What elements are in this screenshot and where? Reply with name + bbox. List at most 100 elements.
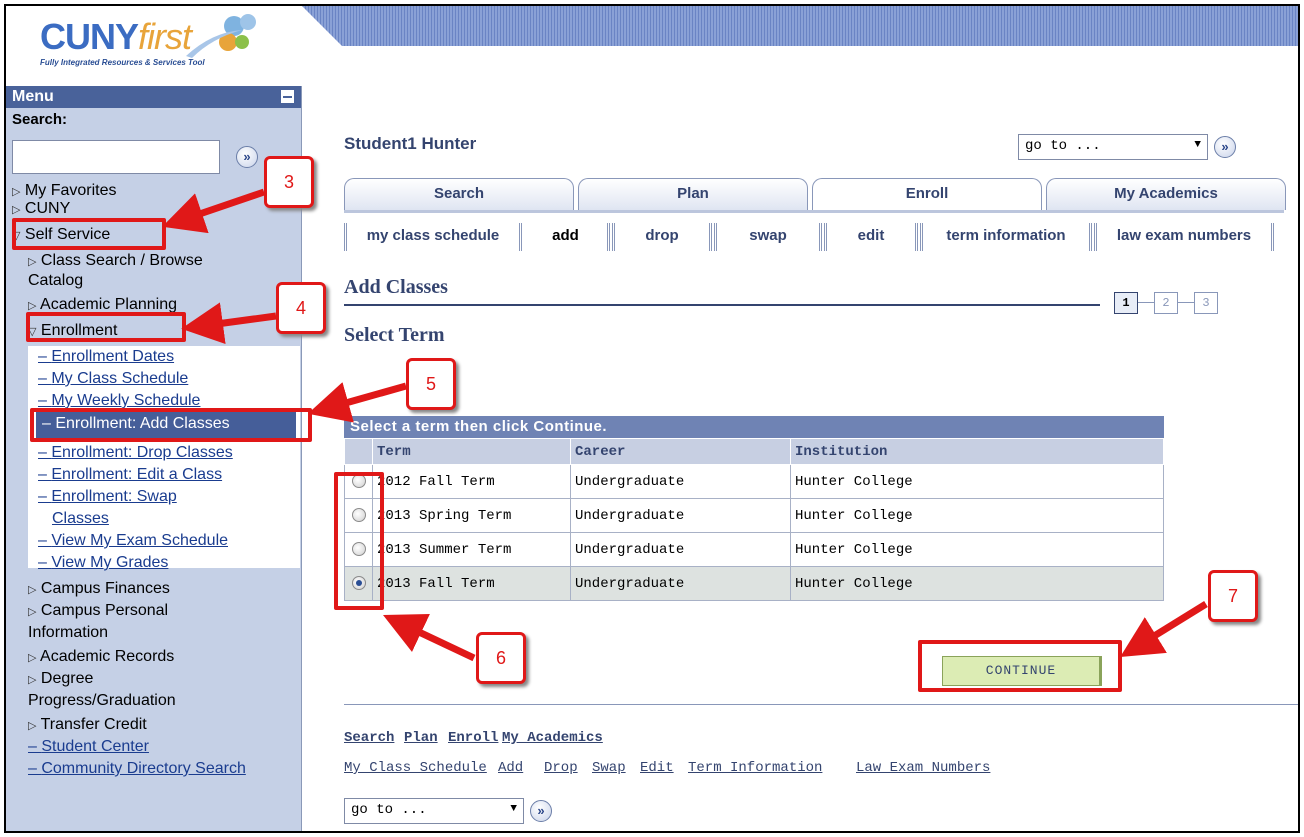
bottom-link-term-information[interactable]: Term Information	[688, 760, 822, 776]
tab-enroll[interactable]: Enroll	[812, 178, 1042, 210]
screenshot-frame: CUNYfirst Fully Integrated Resources & S…	[4, 4, 1300, 833]
sidebar-item-class-search-line2[interactable]: Catalog	[28, 272, 83, 290]
subtab-drop[interactable]: drop	[612, 223, 712, 251]
submenu-grades[interactable]: – View My Grades	[38, 554, 168, 572]
header-banner	[302, 6, 1298, 46]
student-name: Student1 Hunter	[344, 134, 477, 153]
tab-plan[interactable]: Plan	[578, 178, 808, 210]
annotation-box-self-service	[12, 218, 166, 250]
dropdown-arrow-icon: ▼	[1194, 139, 1201, 151]
callout-step-4: 4	[276, 282, 326, 334]
sidebar-item-transfer-credit[interactable]: ▷ Transfer Credit	[28, 716, 147, 735]
term-table: Term Career Institution 2012 Fall Term U…	[344, 438, 1164, 601]
triangle-right-icon: ▷	[28, 584, 37, 596]
submenu-exam-schedule[interactable]: – View My Exam Schedule	[38, 532, 228, 550]
callout-step-5: 5	[406, 358, 456, 410]
sidebar-menu: Menu Search: » ▷ My Favorites ▷ CUNY ▽ S…	[6, 86, 302, 831]
sidebar-item-class-search[interactable]: ▷ Class Search / Browse	[28, 252, 203, 271]
submenu-enrollment-dates[interactable]: – Enrollment Dates	[38, 348, 174, 366]
bottom-link-law-exam-numbers[interactable]: Law Exam Numbers	[856, 760, 990, 776]
sidebar-item-community-directory[interactable]: – Community Directory Search	[28, 760, 246, 778]
collapse-menu-icon[interactable]	[280, 89, 295, 104]
tab-search[interactable]: Search	[344, 178, 574, 210]
goto-select[interactable]: go to ... ▼	[1018, 134, 1208, 160]
career-cell: Undergraduate	[570, 566, 791, 601]
bottom-link-search[interactable]: Search	[344, 730, 394, 746]
sidebar-item-favorites[interactable]: ▷ My Favorites	[12, 182, 117, 201]
submenu-drop-classes[interactable]: – Enrollment: Drop Classes	[38, 444, 233, 462]
bottom-link-drop[interactable]: Drop	[544, 760, 578, 776]
bottom-goto-go-icon[interactable]: »	[530, 800, 552, 822]
step-1: 1	[1114, 292, 1138, 314]
triangle-right-icon: ▷	[28, 720, 37, 732]
column-header-term: Term	[372, 438, 571, 465]
submenu-swap-classes-line2[interactable]: Classes	[52, 510, 109, 528]
bottom-link-plan[interactable]: Plan	[404, 730, 438, 746]
table-row[interactable]: 2012 Fall Term Undergraduate Hunter Coll…	[344, 464, 1164, 499]
sidebar-item-campus-personal[interactable]: ▷ Campus Personal	[28, 602, 168, 621]
callout-step-3: 3	[264, 156, 314, 208]
submenu-swap-classes[interactable]: – Enrollment: Swap	[38, 488, 177, 506]
search-go-icon[interactable]: »	[236, 146, 258, 168]
annotation-box-add-classes	[30, 408, 312, 442]
triangle-right-icon: ▷	[28, 652, 37, 664]
logo-swoosh-icon	[186, 14, 256, 58]
column-header-institution: Institution	[790, 438, 1164, 465]
page-title: Add Classes	[344, 276, 448, 298]
sidebar-item-student-center[interactable]: – Student Center	[28, 738, 149, 756]
cunyfirst-logo: CUNYfirst	[40, 16, 192, 57]
sidebar-item-degree-line2[interactable]: Progress/Graduation	[28, 692, 176, 710]
sidebar-item-campus-personal-line2[interactable]: Information	[28, 624, 108, 642]
tab-divider	[344, 210, 1284, 213]
page-subtitle: Select Term	[344, 324, 445, 346]
subtab-term-information[interactable]: term information	[920, 223, 1092, 251]
column-header-career: Career	[570, 438, 791, 465]
step-2: 2	[1154, 292, 1178, 314]
table-row[interactable]: 2013 Summer Term Undergraduate Hunter Co…	[344, 532, 1164, 567]
step-connector	[1138, 302, 1154, 303]
term-cell: 2013 Spring Term	[372, 498, 571, 533]
subtab-law-exam-numbers[interactable]: law exam numbers	[1094, 223, 1274, 251]
table-row[interactable]: 2013 Spring Term Undergraduate Hunter Co…	[344, 498, 1164, 533]
triangle-right-icon: ▷	[28, 674, 37, 686]
submenu-class-schedule[interactable]: – My Class Schedule	[38, 370, 188, 388]
bottom-link-my-academics[interactable]: My Academics	[502, 730, 603, 746]
sidebar-item-campus-finances[interactable]: ▷ Campus Finances	[28, 580, 170, 599]
table-header-row: Term Career Institution	[344, 438, 1164, 465]
grid-caption: Select a term then click Continue.	[344, 416, 1164, 438]
bottom-link-enroll[interactable]: Enroll	[448, 730, 498, 746]
search-label: Search:	[12, 111, 68, 128]
career-cell: Undergraduate	[570, 532, 791, 567]
title-divider	[344, 304, 1100, 306]
step-connector	[1178, 302, 1194, 303]
subtab-add[interactable]: add	[524, 223, 610, 251]
menu-search-input[interactable]	[12, 140, 220, 174]
goto-go-icon[interactable]: »	[1214, 136, 1236, 158]
annotation-box-continue	[918, 640, 1122, 692]
triangle-right-icon: ▷	[28, 256, 37, 268]
bottom-link-my-class-schedule[interactable]: My Class Schedule	[344, 760, 487, 776]
subtab-my-class-schedule[interactable]: my class schedule	[344, 223, 522, 251]
submenu-edit-class[interactable]: – Enrollment: Edit a Class	[38, 466, 222, 484]
callout-step-7: 7	[1208, 570, 1258, 622]
sidebar-item-cuny[interactable]: ▷ CUNY	[12, 200, 70, 219]
sidebar-item-academic-records[interactable]: ▷ Academic Records	[28, 648, 174, 667]
tab-my-academics[interactable]: My Academics	[1046, 178, 1286, 210]
term-cell: 2013 Summer Term	[372, 532, 571, 567]
bottom-link-swap[interactable]: Swap	[592, 760, 626, 776]
main-content: Student1 Hunter go to ... ▼ » Search Plan…	[302, 86, 1298, 831]
sidebar-item-degree[interactable]: ▷ Degree	[28, 670, 93, 689]
triangle-right-icon: ▷	[28, 300, 37, 312]
annotation-box-enrollment	[26, 312, 186, 342]
callout-step-6: 6	[476, 632, 526, 684]
bottom-link-edit[interactable]: Edit	[640, 760, 674, 776]
institution-cell: Hunter College	[790, 566, 1164, 601]
institution-cell: Hunter College	[790, 498, 1164, 533]
subtab-edit[interactable]: edit	[824, 223, 918, 251]
bottom-goto-select[interactable]: go to ... ▼	[344, 798, 524, 824]
subtab-swap[interactable]: swap	[714, 223, 822, 251]
bottom-link-add[interactable]: Add	[498, 760, 523, 776]
triangle-right-icon: ▷	[12, 186, 21, 198]
table-row-selected[interactable]: 2013 Fall Term Undergraduate Hunter Coll…	[344, 566, 1164, 601]
institution-cell: Hunter College	[790, 532, 1164, 567]
